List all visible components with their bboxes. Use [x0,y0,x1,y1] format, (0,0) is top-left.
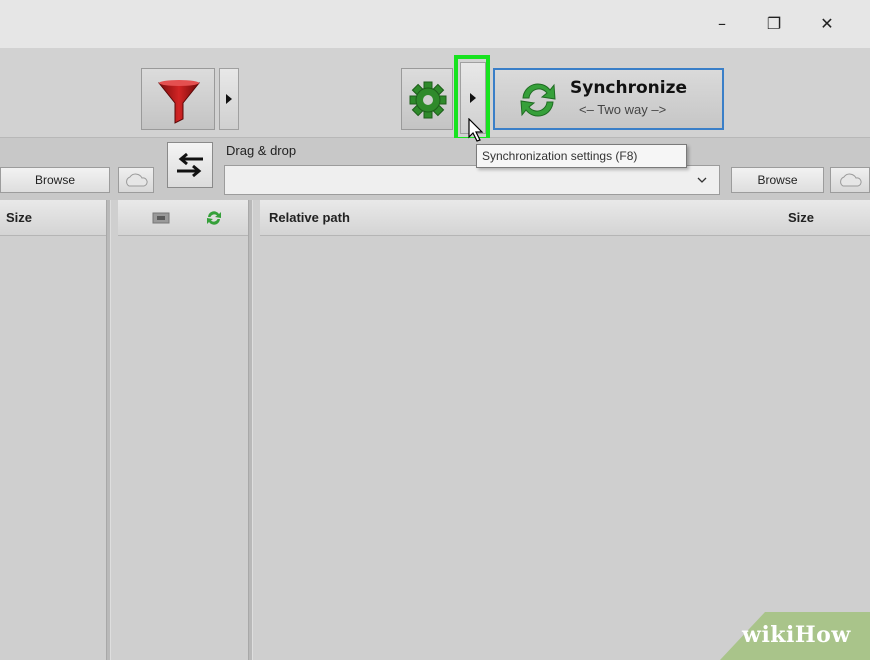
right-size-header-label[interactable]: Size [788,210,814,225]
swap-sides-button[interactable] [167,142,213,188]
compare-icon[interactable] [152,211,170,225]
settings-button[interactable] [401,68,453,130]
swap-arrows-icon [177,152,203,178]
minimize-icon: – [718,13,726,33]
gear-icon [409,81,447,119]
relative-path-column-header[interactable]: Relative path Size [260,200,870,236]
synchronize-button[interactable]: Synchronize <– Two way –> [493,68,724,130]
restore-icon: ❐ [766,13,782,33]
left-cloud-button[interactable] [118,167,154,193]
relative-path-header-label: Relative path [269,210,350,225]
action-column-header [118,200,248,236]
left-browse-button[interactable]: Browse [0,167,110,193]
right-browse-button[interactable]: Browse [731,167,824,193]
mouse-cursor-icon [468,118,484,142]
browse-label: Browse [34,173,75,187]
sync-settings-tooltip: Synchronization settings (F8) [476,144,687,168]
wikihow-logo: wikiHow [742,622,851,648]
close-button[interactable]: ✕ [805,8,849,38]
left-size-column-header[interactable]: Size [0,200,106,236]
filter-button[interactable] [141,68,215,130]
cloud-icon [840,173,862,187]
sync-arrows-icon[interactable] [206,210,222,226]
file-grid [0,200,870,660]
column-splitter[interactable] [106,200,111,660]
minimize-button[interactable]: – [700,8,744,38]
browse-label: Browse [757,173,798,187]
arrow-right-icon [226,94,232,104]
drag-drop-label: Drag & drop [226,143,297,158]
size-header-label: Size [6,210,33,225]
sync-direction-label: <– Two way –> [579,102,667,117]
folder-path-input[interactable] [224,165,720,195]
close-icon: ✕ [820,13,834,33]
restore-button[interactable]: ❐ [752,8,796,38]
sync-arrows-icon [520,83,556,117]
column-splitter[interactable] [248,200,253,660]
synchronize-title: Synchronize [570,78,688,98]
chevron-down-icon[interactable] [697,176,707,184]
cloud-icon [126,173,148,187]
right-cloud-button[interactable] [830,167,870,193]
filter-dropdown-button[interactable] [219,68,239,130]
funnel-icon [157,80,201,124]
